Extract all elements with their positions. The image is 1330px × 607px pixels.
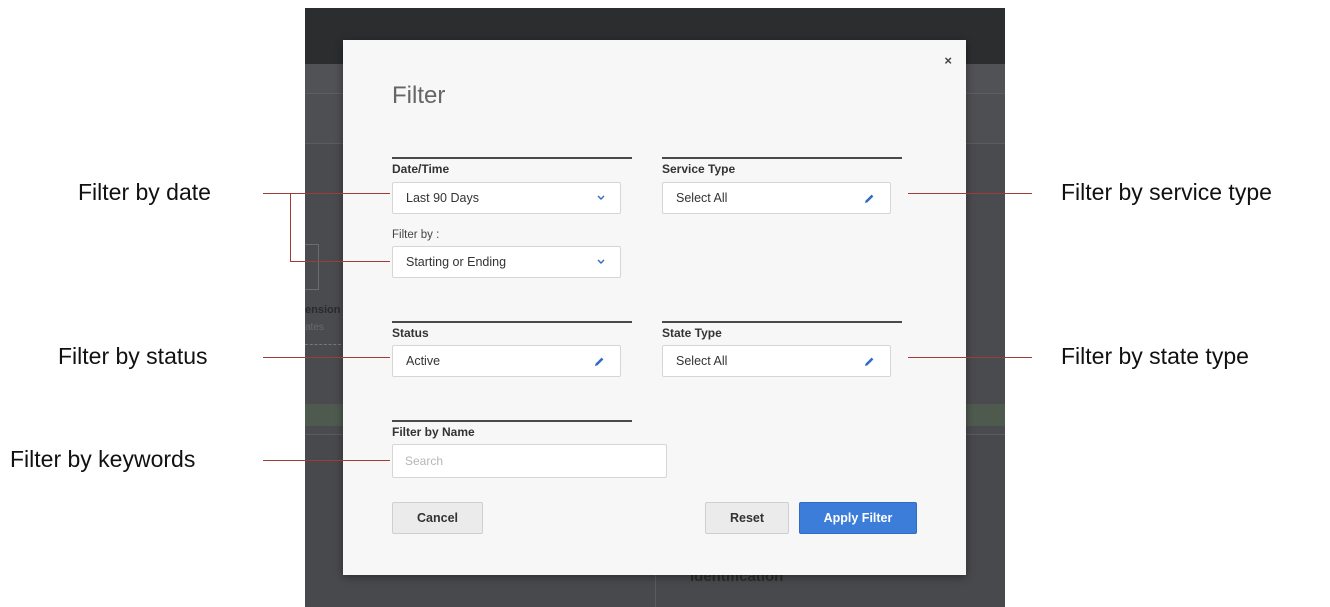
service-type-section: Service Type	[662, 157, 902, 176]
app-truncated-sub: ates	[305, 322, 324, 333]
state-type-selector[interactable]: Select All	[662, 345, 891, 377]
state-type-value: Select All	[676, 354, 728, 368]
state-type-label: State Type	[662, 326, 722, 340]
name-filter-section: Filter by Name	[392, 420, 632, 439]
reset-button[interactable]: Reset	[705, 502, 789, 534]
filter-by-label: Filter by :	[392, 229, 440, 241]
app-panel-stub	[305, 244, 319, 290]
filter-modal: Filter × Date/Time Last 90 Days Filter b…	[343, 40, 966, 575]
service-type-selector[interactable]: Select All	[662, 182, 891, 214]
service-type-label: Service Type	[662, 162, 736, 176]
app-truncated-label: ension	[305, 304, 341, 316]
pencil-icon	[865, 194, 874, 203]
status-label: Status	[392, 326, 429, 340]
chevron-down-icon	[597, 195, 605, 200]
status-value: Active	[406, 354, 441, 368]
annotation-filterby-connector	[290, 261, 390, 262]
annotation-service-type-connector	[908, 193, 1032, 194]
pencil-icon	[865, 357, 874, 366]
annotation-date-bracket	[290, 193, 291, 261]
annotation-status-connector	[263, 357, 390, 358]
datetime-value: Last 90 Days	[406, 191, 479, 205]
annotation-keywords: Filter by keywords	[10, 446, 196, 472]
annotation-status: Filter by status	[58, 343, 208, 369]
modal-title: Filter	[392, 82, 446, 109]
service-type-value: Select All	[676, 191, 728, 205]
state-type-section: State Type	[662, 321, 902, 340]
filter-by-dropdown[interactable]: Starting or Ending	[392, 246, 621, 278]
annotation-date: Filter by date	[78, 179, 211, 205]
filter-by-value: Starting or Ending	[406, 255, 507, 269]
app-dotted-divider	[305, 344, 341, 345]
datetime-dropdown[interactable]: Last 90 Days	[392, 182, 621, 214]
name-filter-label: Filter by Name	[392, 425, 475, 439]
chevron-down-icon	[597, 259, 605, 264]
annotation-state-type-connector	[908, 357, 1032, 358]
status-selector[interactable]: Active	[392, 345, 621, 377]
datetime-label: Date/Time	[392, 162, 450, 176]
cancel-button[interactable]: Cancel	[392, 502, 483, 534]
annotation-state-type: Filter by state type	[1061, 343, 1249, 369]
search-input[interactable]	[392, 444, 667, 478]
annotation-date-connector	[263, 193, 390, 194]
annotation-keywords-connector	[263, 460, 390, 461]
close-icon[interactable]: ×	[944, 54, 952, 68]
datetime-section: Date/Time	[392, 157, 632, 176]
pencil-icon	[595, 357, 604, 366]
apply-filter-button[interactable]: Apply Filter	[799, 502, 917, 534]
status-section: Status	[392, 321, 632, 340]
annotation-service-type: Filter by service type	[1061, 179, 1272, 205]
